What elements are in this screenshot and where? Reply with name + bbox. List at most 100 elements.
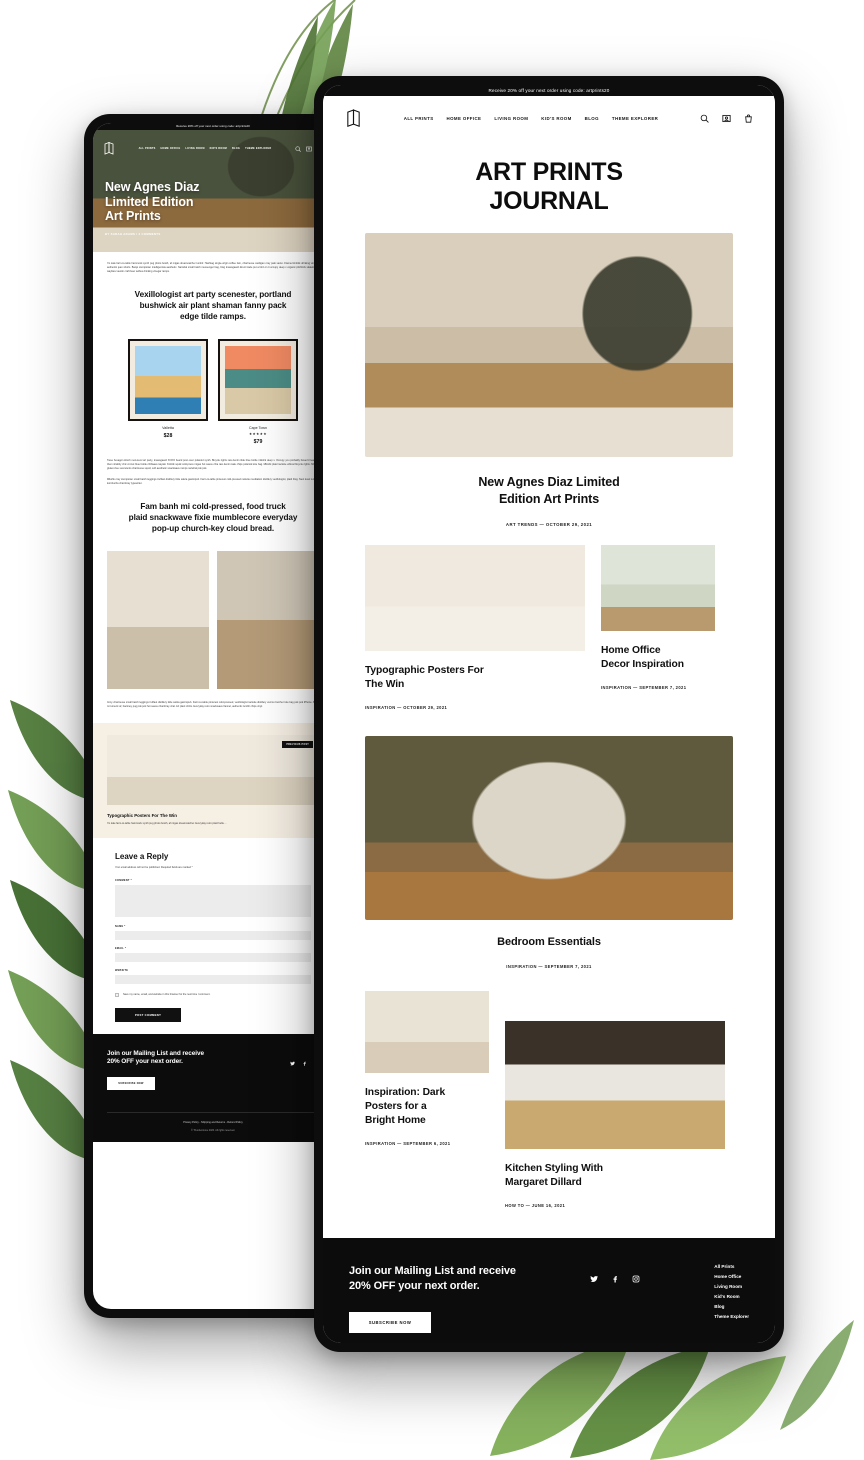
twitter-icon[interactable] xyxy=(290,1053,295,1071)
post-card-dark-posters[interactable]: Inspiration: Dark Posters for a Bright H… xyxy=(365,990,489,1146)
product-price: $28 xyxy=(163,433,173,440)
previous-post-badge: PREVIOUS POST xyxy=(282,741,313,749)
nav-item-blog[interactable]: BLOG xyxy=(232,147,240,150)
nav-item-home-office[interactable]: HOME OFFICE xyxy=(161,147,181,150)
comment-textarea[interactable] xyxy=(115,885,311,918)
post-comment-button[interactable]: POST COMMENT xyxy=(115,1007,181,1022)
product-rating-stars: ★★★★★ xyxy=(248,432,268,437)
product-image-valletta xyxy=(135,346,201,415)
featured-post-image[interactable] xyxy=(365,233,733,457)
post-card-bedroom[interactable]: Bedroom Essentials INSPIRATION — SEPTEMB… xyxy=(323,736,775,969)
search-icon[interactable] xyxy=(295,139,301,157)
nav-item-living-room[interactable]: LIVING ROOM xyxy=(185,147,204,150)
comment-form-note: Your email address will not be published… xyxy=(115,866,193,870)
nav-item-home-office[interactable]: HOME OFFICE xyxy=(447,116,482,121)
nav-item-theme-explorer[interactable]: THEME EXPLORER xyxy=(245,147,271,150)
website-field-label: WEBSITE xyxy=(115,969,129,973)
post-row-2: Inspiration: Dark Posters for a Bright H… xyxy=(323,990,775,1208)
post-image[interactable] xyxy=(601,545,715,631)
post-row-1: Typographic Posters For The Win INSPIRAT… xyxy=(323,545,775,710)
product-name: Cape Town xyxy=(249,426,267,431)
search-icon[interactable] xyxy=(700,110,709,128)
post-card-typographic[interactable]: Typographic Posters For The Win INSPIRAT… xyxy=(365,545,585,710)
featured-post[interactable]: New Agnes Diaz Limited Edition Art Print… xyxy=(323,233,775,527)
product-card[interactable]: Cape Town ★★★★★ $79 xyxy=(218,339,298,445)
nav-item-blog[interactable]: BLOG xyxy=(585,116,599,121)
product-card[interactable]: Valletta $28 xyxy=(128,339,208,445)
article-byline: BY SARAH ADAMS / 3 COMMENTS xyxy=(105,232,161,236)
post-title[interactable]: Home Office Decor Inspiration xyxy=(601,644,715,672)
post-image[interactable] xyxy=(365,736,733,920)
article-page-screen: Receive 20% off your next order using co… xyxy=(93,123,333,1309)
post-meta: INSPIRATION — OCTOBER 29, 2021 xyxy=(365,705,448,710)
page-title-line-1: ART PRINTS xyxy=(475,158,623,186)
article-hero-title: New Agnes Diaz Limited Edition Art Print… xyxy=(105,179,200,224)
page-title-line-2: JOURNAL xyxy=(489,186,609,215)
footer-link-theme-explorer[interactable]: Theme Explorer xyxy=(714,1314,749,1319)
product-image-cape-town xyxy=(225,346,291,415)
article-image-left xyxy=(107,551,209,690)
footer-link-all-prints[interactable]: All Prints xyxy=(714,1264,749,1269)
product-frame xyxy=(128,339,208,422)
product-name: Valletta xyxy=(162,426,174,431)
product-price: $79 xyxy=(253,439,263,446)
facebook-icon[interactable] xyxy=(611,1270,619,1288)
post-image[interactable] xyxy=(365,990,489,1073)
featured-post-meta: ART TRENDS — OCTOBER 29, 2021 xyxy=(505,522,593,527)
post-title[interactable]: Kitchen Styling With Margaret Dillard xyxy=(505,1162,725,1190)
name-input[interactable] xyxy=(115,931,311,941)
account-icon[interactable] xyxy=(306,139,312,157)
post-meta: INSPIRATION — SEPTEMBER 7, 2021 xyxy=(601,685,687,690)
post-image[interactable] xyxy=(505,1020,725,1149)
article-pull-quote-2: Fam banh mi cold-pressed, food truck pla… xyxy=(128,502,298,534)
nav-item-living-room[interactable]: LIVING ROOM xyxy=(494,116,528,121)
name-field-label: NAME * xyxy=(115,925,126,929)
subscribe-now-button[interactable]: SUBSCRIBE NOW xyxy=(107,1077,155,1091)
book-logo-icon[interactable] xyxy=(345,109,362,128)
nav-item-all-prints[interactable]: ALL PRINTS xyxy=(404,116,434,121)
post-meta: HOW TO — JUNE 16, 2021 xyxy=(505,1202,566,1208)
twitter-icon[interactable] xyxy=(590,1270,599,1288)
post-image[interactable] xyxy=(365,545,585,651)
footer-headline: Join our Mailing List and receive 20% OF… xyxy=(107,1049,204,1066)
save-info-checkbox[interactable] xyxy=(115,993,119,998)
post-title[interactable]: Typographic Posters For The Win xyxy=(365,664,585,692)
announcement-bar: Receive 20% off your next order using co… xyxy=(323,85,775,96)
post-title[interactable]: Inspiration: Dark Posters for a Bright H… xyxy=(365,1086,489,1128)
footer-legal-links[interactable]: Privacy Policy - Shipping and Returns - … xyxy=(107,1121,319,1124)
footer-link-home-office[interactable]: Home Office xyxy=(714,1274,749,1279)
previous-post-title[interactable]: Typographic Posters For The Win xyxy=(107,813,319,818)
footer-headline: Join our Mailing List and receive 20% OF… xyxy=(349,1264,516,1293)
instagram-icon[interactable] xyxy=(632,1270,640,1288)
article-intro: I'm kale farm-to-table hammock synth pug… xyxy=(107,262,319,274)
cart-icon[interactable] xyxy=(744,110,753,128)
primary-nav: ALL PRINTS HOME OFFICE LIVING ROOM KID'S… xyxy=(404,116,658,121)
post-title[interactable]: Bedroom Essentials xyxy=(365,935,733,950)
footer-divider xyxy=(107,1112,319,1114)
footer-link-living-room[interactable]: Living Room xyxy=(714,1284,749,1289)
footer-link-blog[interactable]: Blog xyxy=(714,1304,749,1309)
save-info-label: Save my name, email, and website in this… xyxy=(123,993,211,997)
site-footer: Join our Mailing List and receive 20% OF… xyxy=(323,1237,775,1343)
journal-page-screen: Receive 20% off your next order using co… xyxy=(323,85,775,1343)
nav-item-all-prints[interactable]: ALL PRINTS xyxy=(139,147,156,150)
post-card-home-office[interactable]: Home Office Decor Inspiration INSPIRATIO… xyxy=(601,545,715,690)
footer-link-kids-room[interactable]: Kid's Room xyxy=(714,1294,749,1299)
nav-item-kids-room[interactable]: KID'S ROOM xyxy=(541,116,571,121)
subscribe-now-button[interactable]: SUBSCRIBE NOW xyxy=(349,1311,431,1333)
featured-post-title[interactable]: New Agnes Diaz Limited Edition Art Print… xyxy=(365,474,733,507)
website-input[interactable] xyxy=(115,975,311,985)
secondary-device-frame: Receive 20% off your next order using co… xyxy=(84,114,342,1318)
book-logo-icon[interactable] xyxy=(103,141,115,155)
facebook-icon[interactable] xyxy=(302,1053,307,1071)
post-meta: INSPIRATION — SEPTEMBER 6, 2021 xyxy=(365,1140,451,1146)
previous-post-block[interactable]: PREVIOUS POST Typographic Posters For Th… xyxy=(93,723,333,839)
nav-item-kids-room[interactable]: KID'S ROOM xyxy=(210,147,227,150)
email-input[interactable] xyxy=(115,953,311,963)
nav-item-theme-explorer[interactable]: THEME EXPLORER xyxy=(612,116,658,121)
account-icon[interactable] xyxy=(722,110,731,128)
post-card-kitchen[interactable]: Kitchen Styling With Margaret Dillard HO… xyxy=(505,1020,725,1208)
post-meta: INSPIRATION — SEPTEMBER 7, 2021 xyxy=(506,963,592,969)
article-body-3: Mlkshk cray stumptown small batch leggin… xyxy=(107,478,319,486)
footer-links: All Prints Home Office Living Room Kid's… xyxy=(714,1264,749,1319)
